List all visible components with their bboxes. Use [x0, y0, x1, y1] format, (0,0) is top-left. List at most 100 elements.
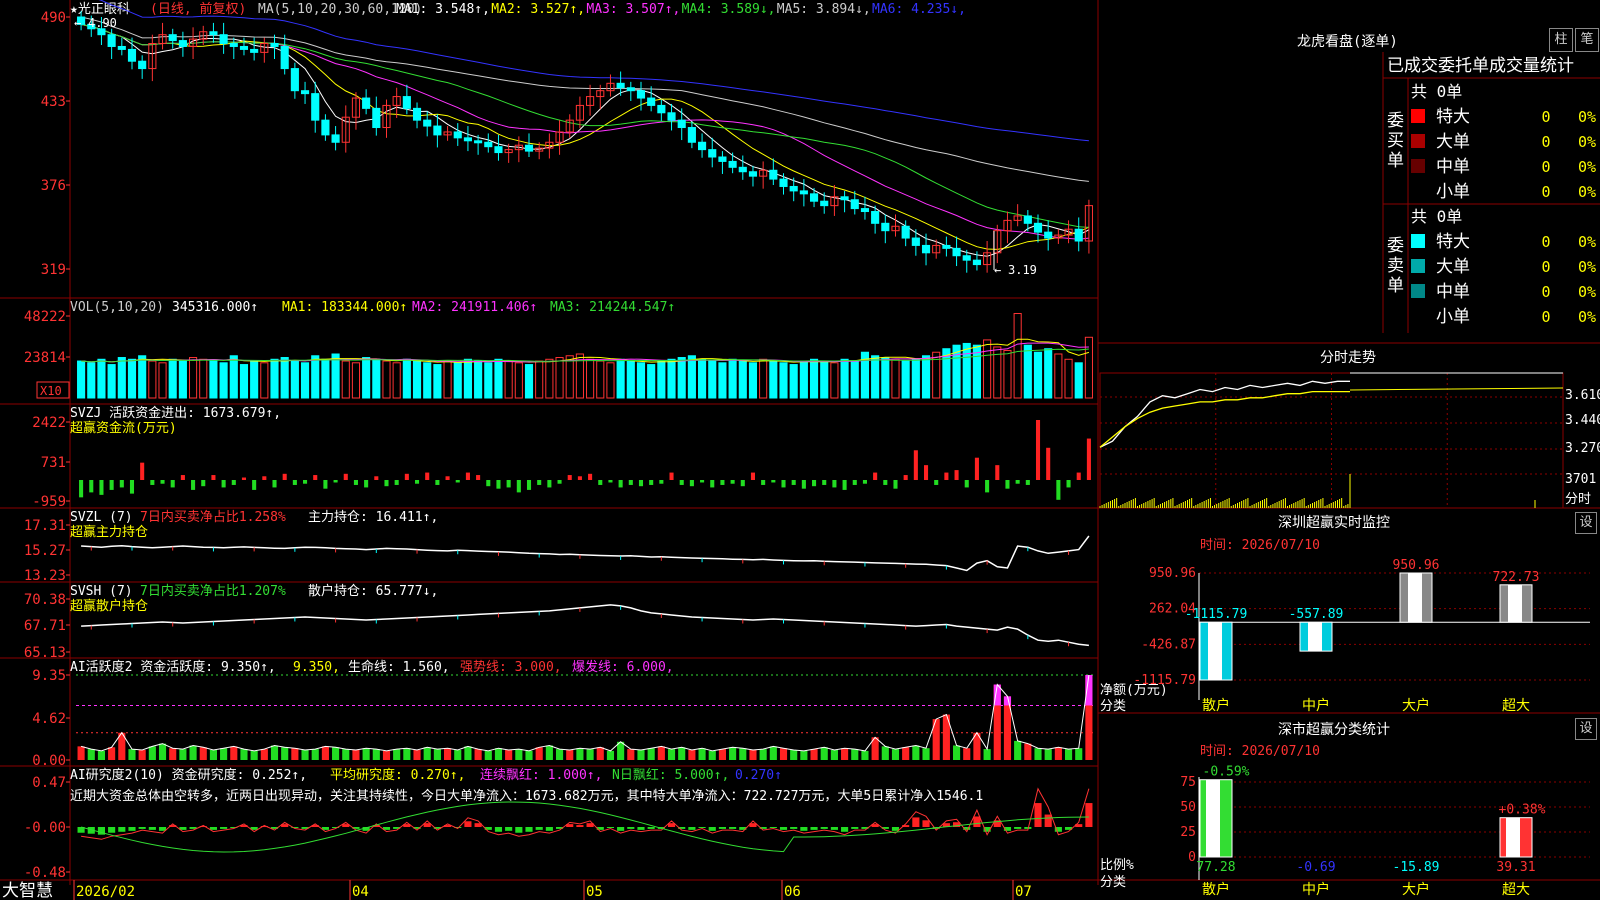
- svzj-bar: [303, 480, 308, 484]
- low-label: 3.19: [1008, 263, 1037, 277]
- row-name: 大单: [1436, 257, 1470, 277]
- volume-bar: [779, 362, 788, 399]
- side-label-char: 买: [1387, 131, 1404, 151]
- ma-value-4: MA4: 3.589↓,: [682, 2, 776, 17]
- svzj-bar: [516, 480, 521, 493]
- svzj-bar: [404, 473, 409, 480]
- column-chart-toggle[interactable]: 柱: [1549, 28, 1573, 52]
- candle-body: [952, 247, 961, 257]
- svzj-bar: [954, 470, 959, 480]
- volume-bar: [372, 358, 381, 399]
- research-bar: [647, 827, 655, 829]
- sh-category: 大户: [1402, 881, 1430, 898]
- stock-chart-canvas[interactable]: ★光正眼科 (日线, 前复权) MA(5,10,20,30,60,120) MA…: [0, 0, 1600, 900]
- activity-bar: [1054, 747, 1062, 760]
- candle-body: [1074, 228, 1083, 242]
- svzj-bar: [618, 480, 623, 488]
- candle-body: [687, 127, 696, 143]
- svsh-y-axis: 70.38 67.71 65.13: [24, 592, 70, 661]
- activity-bar: [881, 746, 889, 760]
- svzj-bar: [750, 472, 756, 480]
- candle-body: [769, 169, 778, 180]
- candle-body: [921, 244, 931, 254]
- candle-body: [219, 34, 228, 45]
- svzj-bar: [1066, 480, 1071, 488]
- activity-bar: [108, 747, 116, 760]
- date-label: 07: [1015, 884, 1032, 900]
- volume-bar: [708, 360, 717, 399]
- tick-detail-toggle[interactable]: 笔: [1575, 28, 1599, 52]
- svzj-bar: [588, 473, 593, 480]
- sh-settings-button[interactable]: 设: [1575, 718, 1597, 740]
- intraday-fenshi-label: 分时: [1565, 492, 1591, 507]
- candle-body: [168, 34, 177, 42]
- svzj-bar: [995, 465, 1000, 480]
- research-bar: [790, 827, 798, 829]
- row-name: 特大: [1436, 107, 1470, 127]
- svzj-bar: [873, 472, 878, 480]
- candle-body: [748, 171, 758, 177]
- volume-bar: [921, 355, 931, 399]
- activity-bar: [657, 746, 665, 760]
- activity-bar: [515, 749, 523, 760]
- volume-bar: [962, 342, 971, 399]
- volume-bar: [698, 358, 707, 399]
- svzj-bar: [964, 480, 969, 488]
- research-bar: [505, 827, 513, 831]
- svzj-bar: [455, 480, 460, 483]
- volume-bar: [524, 364, 534, 399]
- research-bar: [128, 827, 136, 831]
- svzj-bar: [669, 472, 674, 480]
- volume-bar: [178, 360, 187, 399]
- sh-time: 时间: 2026/07/10: [1200, 744, 1320, 759]
- row-swatch: [1411, 109, 1425, 123]
- ma-value-5: MA5: 3.894↓,: [777, 2, 871, 17]
- svzj-bar: [771, 480, 776, 483]
- ma-values: MA1: 3.548↑, MA2: 3.527↑, MA3: 3.507↑, MA4:…: [396, 2, 966, 17]
- vol-value: 345316.000↑: [172, 300, 258, 315]
- sh-category: 超大: [1502, 882, 1530, 898]
- svzj-bar: [812, 480, 817, 487]
- sh-tick-label: 50: [1180, 800, 1196, 815]
- activity-bar: [484, 750, 492, 760]
- volume-bar: [321, 358, 330, 399]
- sell-side-label: 委卖单: [1387, 236, 1404, 296]
- candle-body: [494, 146, 503, 154]
- svzj-bar: [526, 480, 532, 490]
- candle-body: [972, 259, 981, 266]
- activity-bar: [1014, 740, 1022, 760]
- activity-bar: [220, 748, 228, 760]
- y-tick-label: 433: [41, 94, 66, 110]
- svzj-bar: [934, 480, 939, 485]
- activity-bar: [912, 745, 920, 760]
- sh-tick-label: 25: [1180, 825, 1196, 840]
- activity-bar: [576, 748, 584, 760]
- activity-bar: [535, 747, 543, 760]
- candle-body: [453, 131, 462, 139]
- candle-body: [820, 200, 829, 207]
- row-swatch: [1411, 234, 1425, 248]
- svzj-bar: [476, 475, 481, 480]
- svzj-bar: [272, 480, 277, 488]
- candle-body: [412, 107, 422, 121]
- volume-bar: [901, 360, 910, 399]
- sz-settings-button[interactable]: 设: [1575, 512, 1597, 534]
- svzj-bar: [862, 480, 867, 484]
- research-bar: [688, 827, 696, 830]
- svzj-bar: [241, 477, 247, 480]
- research-bar: [708, 827, 716, 831]
- volume-bar: [850, 360, 859, 399]
- activity-bar: [861, 750, 869, 760]
- row-swatch: [1411, 259, 1425, 273]
- activity-bar: [332, 747, 340, 760]
- activity-bar: [158, 743, 167, 760]
- candle-body: [1033, 222, 1043, 233]
- candle-body: [290, 68, 299, 92]
- svzj-bar: [577, 476, 582, 480]
- volume-bar: [626, 360, 635, 399]
- candle-body: [239, 45, 249, 50]
- activity-bar: [189, 745, 197, 760]
- volume-bar: [270, 358, 279, 399]
- svzl-ratio: 7日内买卖净占比1.258%: [140, 509, 286, 525]
- svzj-bar: [893, 480, 898, 489]
